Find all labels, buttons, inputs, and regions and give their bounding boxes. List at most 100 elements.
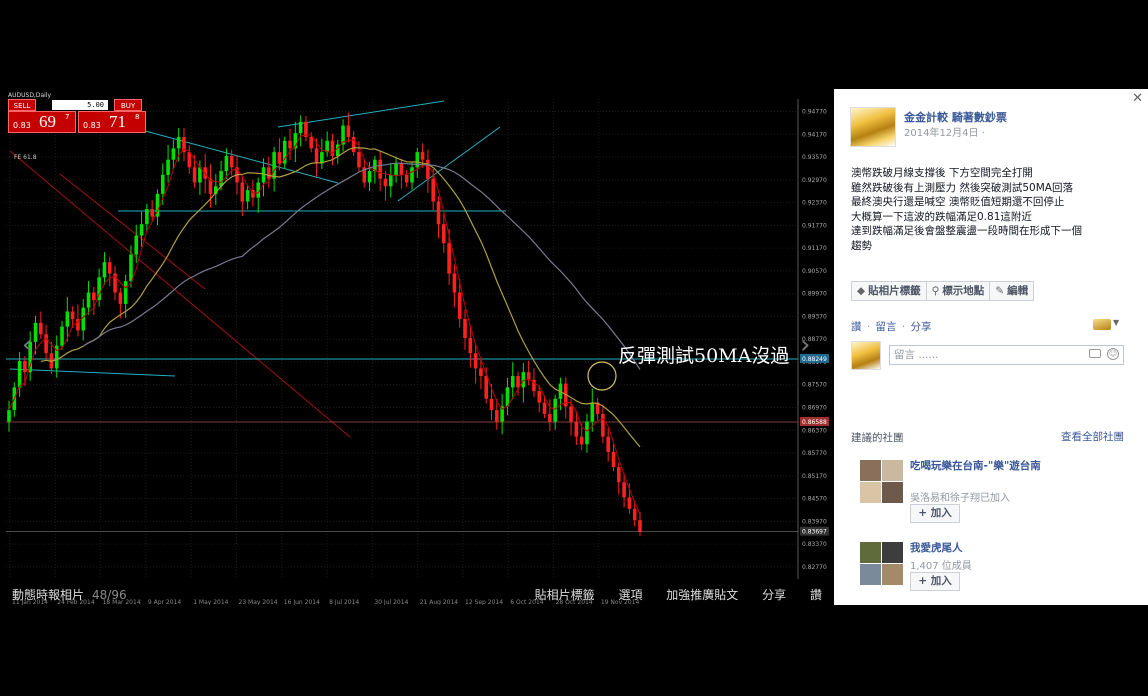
price-tick-label: 0.91170 (802, 245, 827, 252)
price-tick-label: 0.83970 (802, 518, 827, 525)
comment-input[interactable]: 留言 ...... ☺ (889, 345, 1124, 365)
join-group-button[interactable]: + 加入 (910, 504, 960, 523)
candle-body (86, 292, 91, 308)
next-photo-arrow-icon[interactable]: › (800, 330, 810, 360)
tag-photo-link[interactable]: 貼相片標籤 (535, 588, 595, 602)
candle-body (330, 140, 335, 156)
candle-body (81, 307, 86, 331)
lot-size-input[interactable]: 5.00 (52, 100, 108, 110)
tag-photo-button[interactable]: ◆ 貼相片標籤 (851, 281, 927, 301)
candle-body (219, 171, 223, 187)
buy-button[interactable]: BUY (114, 99, 142, 111)
album-info: 動態時報相片 48/96 (12, 586, 127, 603)
price-tick-label: 0.82770 (802, 564, 827, 571)
edit-button[interactable]: ✎ 編輯 (989, 281, 1035, 301)
previous-photo-arrow-icon[interactable]: ‹ (22, 330, 32, 360)
candle-body (632, 508, 637, 521)
boost-post-link[interactable]: 加強推廣貼文 (666, 588, 738, 602)
add-location-button[interactable]: ⚲ 標示地點 (925, 281, 991, 301)
album-link[interactable]: 動態時報相片 (12, 588, 84, 602)
candle-body (388, 174, 393, 187)
price-marker-label: 0.83697 (802, 529, 827, 536)
group-thumbnails[interactable] (860, 460, 906, 504)
chevron-down-icon[interactable]: ▼ (1113, 318, 1119, 327)
candle-body (447, 243, 451, 274)
candle-body (410, 167, 414, 183)
member-thumb (860, 482, 881, 503)
candle-body (102, 262, 107, 278)
share-action[interactable]: 分享 (911, 321, 932, 333)
candle-body (298, 121, 303, 134)
photo-tag-buttons: ◆ 貼相片標籤 ⚲ 標示地點 ✎ 編輯 (851, 281, 1035, 301)
post-as-avatar[interactable] (1093, 319, 1111, 330)
page-name[interactable]: 金金計較 騎著數鈔票 (904, 109, 1007, 125)
candle-body (7, 410, 11, 422)
comment-action[interactable]: 留言 (876, 321, 897, 333)
candle-body (616, 467, 621, 483)
candle-body (92, 292, 96, 301)
post-line: 大概算一下這波的跌幅滿足0.81這附近 (851, 210, 1032, 223)
buy-quote[interactable]: 0.83 71 8 (78, 111, 146, 133)
candle-body (166, 159, 170, 175)
candle-body (622, 482, 626, 498)
candle-body (357, 152, 361, 168)
candle-body (129, 254, 133, 282)
candle-body (33, 322, 38, 342)
member-thumb (882, 460, 903, 481)
candle-body (457, 292, 462, 320)
candle-body (261, 167, 266, 183)
options-link[interactable]: 選項 (618, 588, 642, 602)
sell-quote-prefix: 0.83 (13, 121, 31, 130)
sell-button[interactable]: SELL (8, 99, 36, 111)
price-tick-label: 0.92970 (802, 177, 827, 184)
candle-body (123, 281, 128, 304)
candle-body (495, 410, 499, 422)
price-tick-label: 0.87570 (802, 382, 827, 389)
like-link[interactable]: 讚 (810, 588, 822, 602)
like-action[interactable]: 讚 (851, 321, 862, 333)
buy-quote-prefix: 0.83 (83, 121, 101, 130)
sell-quote[interactable]: 0.83 69 7 (8, 111, 76, 133)
comment-placeholder: 留言 ...... (894, 349, 939, 361)
candle-body (346, 125, 351, 137)
page-avatar[interactable] (850, 107, 896, 147)
candle-body (267, 167, 271, 179)
candle-body (442, 224, 446, 244)
candle-body (192, 167, 197, 183)
fibo-level-label: FE 61.8 (14, 154, 37, 161)
emoji-icon[interactable]: ☺ (1107, 348, 1119, 360)
buy-quote-pips: 71 (109, 112, 126, 131)
candle-body (23, 360, 27, 373)
share-link[interactable]: 分享 (762, 588, 786, 602)
post-date[interactable]: 2014年12月4日 · (904, 124, 985, 139)
candle-body (39, 322, 43, 335)
candle-body (134, 235, 139, 255)
group-thumbnails[interactable] (860, 542, 906, 586)
see-all-groups-link[interactable]: 查看全部社團 (1061, 429, 1124, 444)
candle-body (436, 201, 441, 225)
price-tick-label: 0.89970 (802, 291, 827, 298)
candle-body (510, 375, 515, 388)
camera-icon[interactable] (1089, 349, 1101, 358)
candle-body (187, 152, 192, 168)
sell-quote-fraction: 7 (65, 113, 70, 121)
candle-body (229, 155, 234, 168)
one-click-trading-panel: SELL 5.00 BUY 0.83 69 7 0.83 71 8 (8, 99, 146, 135)
candle-body (383, 178, 388, 187)
candle-body (378, 159, 382, 179)
group-member-count: 1,407 位成員 (910, 561, 972, 572)
candle-body (431, 178, 436, 202)
group-name[interactable]: 我愛虎尾人 (910, 542, 1070, 555)
post-line: 達到跌幅滿足後會盤整震盪一段時間在形成下一個 (851, 225, 1082, 238)
candle-body (473, 353, 478, 369)
chart-symbol: AUDUSD,Daily (8, 92, 52, 99)
price-tick-label: 0.94770 (802, 109, 827, 116)
candle-body (420, 152, 425, 160)
close-icon[interactable]: ✕ (1132, 91, 1143, 106)
group-name[interactable]: 吃喝玩樂在台南-"樂"遊台南 (910, 460, 1070, 473)
price-tick-label: 0.86970 (802, 404, 827, 411)
join-group-button[interactable]: + 加入 (910, 572, 960, 591)
member-thumb (860, 460, 881, 481)
group-members-joined: 吳洛易和徐子翔已加入 (910, 493, 1010, 504)
pencil-icon: ✎ (995, 285, 1005, 297)
